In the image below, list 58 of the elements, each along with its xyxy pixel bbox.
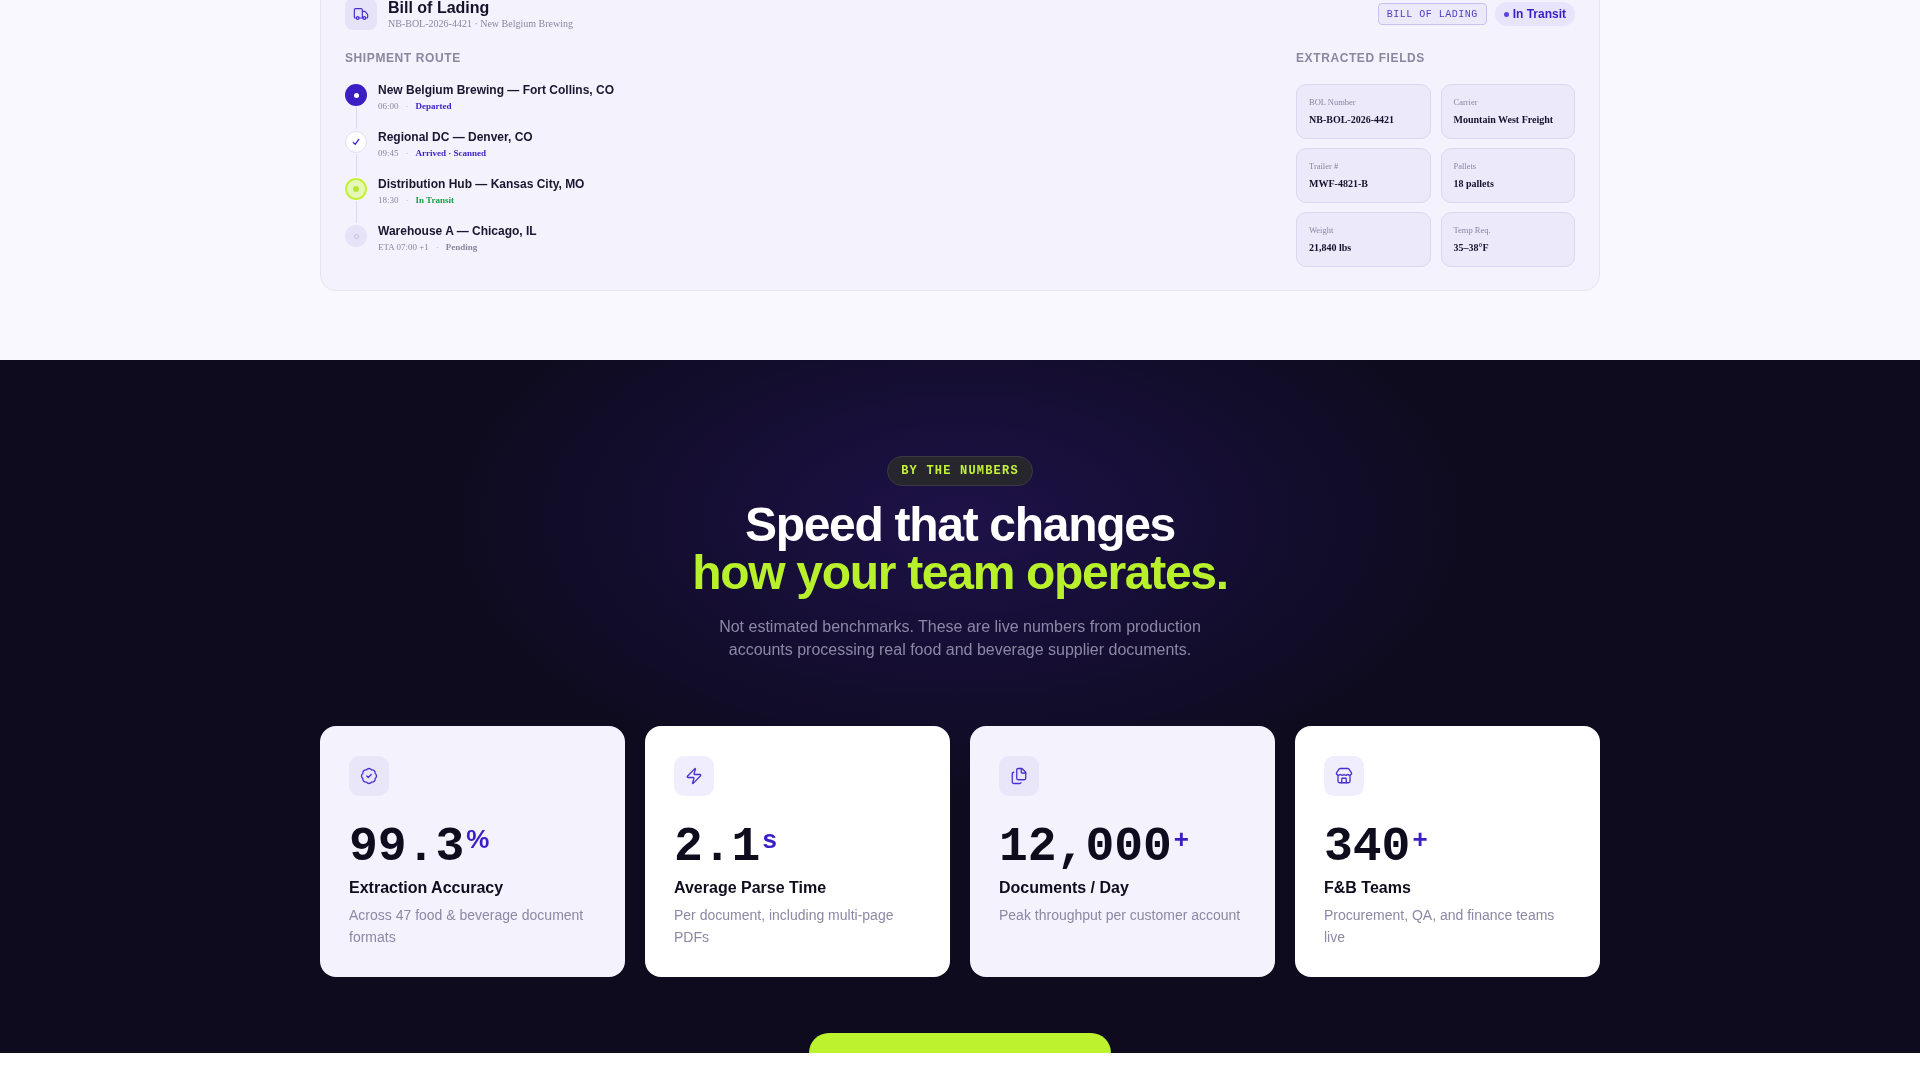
storefront-icon (1324, 756, 1364, 796)
stat-description: Procurement, QA, and finance teams live (1324, 906, 1556, 947)
stat-label: Extraction Accuracy (349, 878, 505, 898)
stat-label: Documents / Day (999, 878, 1130, 898)
field-value: MWF-4821-B (1309, 177, 1369, 190)
field-label: Pallets (1453, 161, 1478, 172)
field-label: Trailer # (1309, 161, 1340, 172)
lightning-icon (674, 756, 714, 796)
field-label: BOL Number (1309, 97, 1357, 108)
stat-label: Average Parse Time (674, 878, 828, 898)
document-type-tag: BILL OF LADING (1377, 3, 1487, 25)
documents-icon (999, 756, 1039, 796)
headline: Speed that changes (744, 501, 1175, 549)
stat-suffix: + (1412, 826, 1428, 852)
badge-check-icon (349, 756, 389, 796)
stat-suffix: + (1173, 826, 1189, 852)
field-value: NB-BOL-2026-4421 (1309, 113, 1395, 126)
section-tag: BY THE NUMBERS (887, 456, 1033, 486)
stop-status: Departed (415, 100, 452, 112)
cta-button[interactable] (809, 1033, 1111, 1053)
stat-value: 340 (1324, 823, 1411, 871)
stat-label: F&B Teams (1324, 878, 1412, 898)
field-label: Temp Req. (1453, 225, 1492, 236)
stop-time: 06:00 (378, 100, 399, 112)
stop-location: New Belgium Brewing — Fort Collins, CO (378, 82, 614, 98)
stat-value: 99.3 (349, 823, 465, 871)
separator-text: · (435, 241, 439, 253)
stop-status: Pending (445, 241, 478, 253)
separator-text: · (405, 100, 409, 112)
field-value: Mountain West Freight (1453, 113, 1555, 126)
stop-status: Arrived · Scanned (415, 147, 487, 159)
separator-text: · (405, 194, 409, 206)
document-title: Bill of Lading (388, 0, 491, 18)
status-text: In Transit (1512, 6, 1566, 23)
field-value: 18 pallets (1453, 177, 1495, 190)
stop-time: 18:30 (378, 194, 399, 206)
stat-description: Peak throughput per customer account (999, 906, 1242, 925)
field-label: Carrier (1453, 97, 1479, 108)
document-subtitle: NB-BOL-2026-4421 · New Belgium Brewing (388, 18, 573, 30)
stat-value: 2.1 (674, 823, 761, 871)
stop-time: ETA 07:00 +1 (378, 241, 429, 253)
stop-location: Warehouse A — Chicago, IL (378, 223, 537, 239)
stat-value: 12,000 (999, 823, 1172, 871)
section-heading: EXTRACTED FIELDS (1296, 50, 1426, 66)
stop-time: 09:45 (378, 147, 399, 159)
field-value: 21,840 lbs (1309, 241, 1353, 254)
stop-location: Regional DC — Denver, CO (378, 129, 533, 145)
field-label: Weight (1309, 225, 1335, 236)
stop-status: In Transit (415, 194, 454, 206)
stat-description: Per document, including multi-page PDFs (674, 906, 895, 947)
stop-location: Distribution Hub — Kansas City, MO (378, 176, 585, 192)
stat-description: Across 47 food & beverage document formats (349, 906, 585, 947)
section-heading: SHIPMENT ROUTE (345, 50, 462, 66)
stat-suffix: s (762, 826, 777, 852)
stat-suffix: % (466, 826, 490, 852)
section-description: Not estimated benchmarks. These are live numbers from production accounts processing real food and beverage supplier documents. (718, 617, 1202, 660)
separator-text: · (405, 147, 409, 159)
field-value: 35–38°F (1453, 241, 1490, 254)
